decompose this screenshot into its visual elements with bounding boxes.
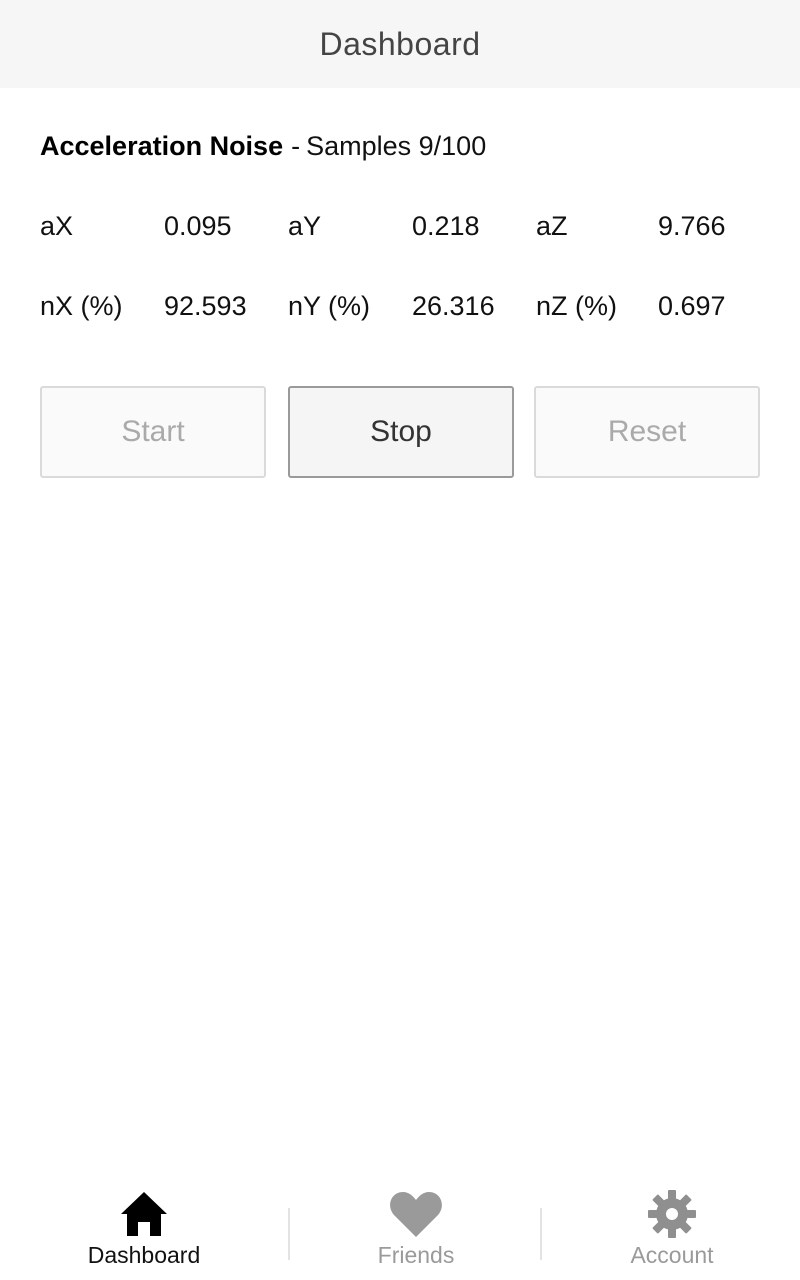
home-icon — [116, 1188, 172, 1240]
noise-z-label: nZ (%) — [536, 291, 617, 321]
tab-account-label: Account — [630, 1242, 714, 1268]
noise-x-value: 92.593 — [164, 291, 247, 321]
samples-counter: Samples 9/100 — [306, 131, 487, 161]
accel-x-value: 0.095 — [164, 211, 232, 241]
section-heading: Acceleration Noise - Samples 9/100 — [40, 128, 486, 164]
heart-icon — [388, 1188, 444, 1240]
accel-x-label: aX — [40, 211, 74, 241]
accel-y-label: aY — [288, 211, 322, 241]
bottom-tab-bar: Dashboard Friends Account — [0, 1180, 800, 1280]
gear-icon — [644, 1188, 700, 1240]
tab-divider — [540, 1208, 542, 1260]
start-button[interactable]: Start — [40, 386, 266, 478]
accel-y-value: 0.218 — [412, 211, 480, 241]
noise-row: nX (%) 92.593 nY (%) 26.316 nZ (%) 0.697 — [40, 286, 760, 326]
tab-account[interactable]: Account — [592, 1188, 752, 1280]
noise-z-value: 0.697 — [658, 291, 726, 321]
control-buttons: Start Stop Reset — [40, 386, 760, 480]
noise-x-label: nX (%) — [40, 291, 123, 321]
stop-button[interactable]: Stop — [288, 386, 514, 478]
acceleration-row: aX 0.095 aY 0.218 aZ 9.766 — [40, 206, 760, 246]
tab-divider — [288, 1208, 290, 1260]
app-root: Dashboard Acceleration Noise - Samples 9/1… — [0, 0, 800, 1280]
section-title: Acceleration Noise — [40, 131, 284, 161]
tab-friends[interactable]: Friends — [336, 1188, 496, 1280]
tab-friends-label: Friends — [377, 1242, 455, 1268]
page-title: Dashboard — [319, 25, 481, 62]
accel-z-value: 9.766 — [658, 211, 726, 241]
tab-dashboard-label: Dashboard — [87, 1242, 201, 1268]
reset-button[interactable]: Reset — [534, 386, 760, 478]
top-bar: Dashboard — [0, 0, 800, 88]
noise-y-value: 26.316 — [412, 291, 495, 321]
accel-z-label: aZ — [536, 211, 568, 241]
tab-dashboard[interactable]: Dashboard — [64, 1188, 224, 1280]
noise-y-label: nY (%) — [288, 291, 371, 321]
title-separator: - — [291, 131, 301, 161]
